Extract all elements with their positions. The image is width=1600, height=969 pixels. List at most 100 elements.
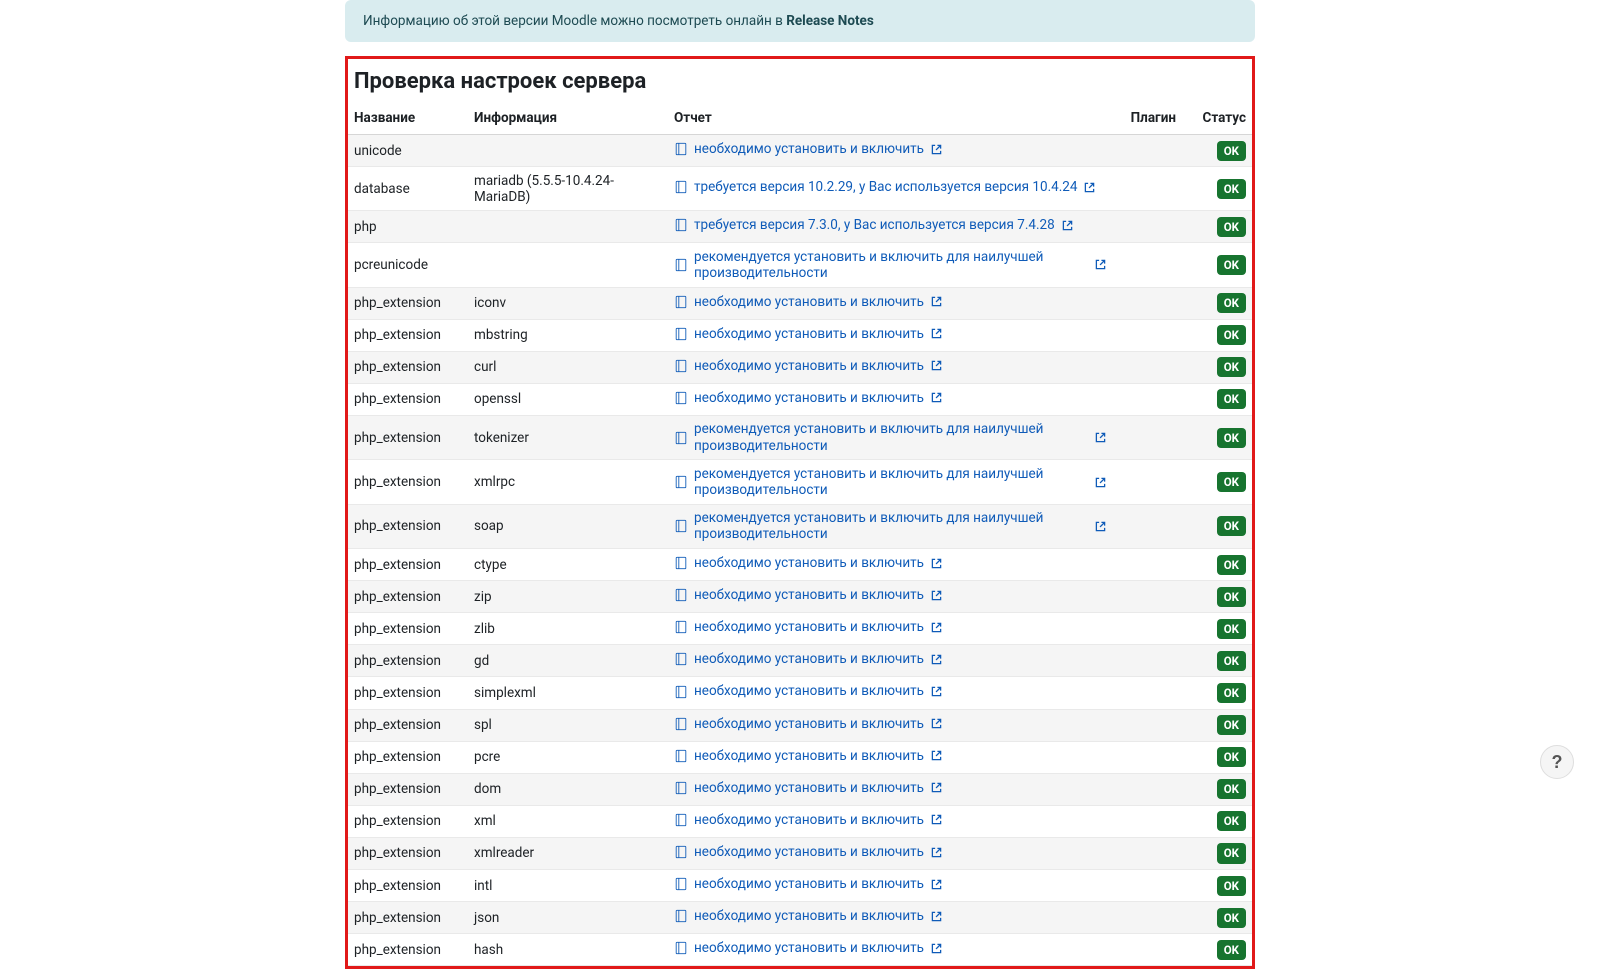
book-icon (674, 180, 688, 194)
cell-name: php_extension (348, 549, 468, 581)
book-icon (674, 877, 688, 891)
cell-info: json (468, 902, 668, 934)
cell-report: требуется версия 10.2.29, у Вас использу… (668, 167, 1112, 211)
cell-status: OK (1182, 773, 1252, 805)
report-link[interactable]: необходимо установить и включить (674, 683, 942, 699)
table-row: php_extensiondomнеобходимо установить и … (348, 773, 1252, 805)
table-row: php_extensionopenssl необходимо установит… (348, 383, 1252, 415)
report-link[interactable]: необходимо установить и включить (674, 587, 942, 603)
cell-info: hash (468, 934, 668, 966)
book-icon (674, 588, 688, 602)
report-link[interactable]: рекомендуется установить и включить для … (674, 466, 1106, 498)
status-badge: OK (1217, 357, 1246, 377)
cell-status: OK (1182, 741, 1252, 773)
help-button[interactable]: ? (1540, 745, 1574, 779)
cell-plugin (1112, 934, 1182, 966)
table-header-row: Название Информация Отчет Плагин Статус (348, 102, 1252, 135)
report-text: рекомендуется установить и включить для … (694, 510, 1088, 542)
table-row: php_extensioniconvнеобходимо установить … (348, 287, 1252, 319)
report-link[interactable]: необходимо установить и включить (674, 358, 942, 374)
status-badge: OK (1217, 908, 1246, 928)
report-link[interactable]: необходимо установить и включить (674, 844, 942, 860)
report-link[interactable]: необходимо установить и включить (674, 908, 942, 924)
cell-info: zip (468, 581, 668, 613)
cell-name: php_extension (348, 741, 468, 773)
status-badge: OK (1217, 428, 1246, 448)
book-icon (674, 475, 688, 489)
release-notes-link[interactable]: Release Notes (786, 13, 874, 29)
book-icon (674, 749, 688, 763)
cell-name: php_extension (348, 677, 468, 709)
help-icon: ? (1552, 752, 1563, 773)
cell-report: рекомендуется установить и включить для … (668, 504, 1112, 548)
report-link[interactable]: необходимо установить и включить (674, 326, 942, 342)
report-link[interactable]: необходимо установить и включить (674, 748, 942, 764)
report-link[interactable]: необходимо установить и включить (674, 780, 942, 796)
cell-name: php_extension (348, 383, 468, 415)
report-text: необходимо установить и включить (694, 555, 924, 571)
report-link[interactable]: необходимо установить и включить (674, 619, 942, 635)
external-link-icon (1095, 259, 1106, 270)
cell-name: php_extension (348, 902, 468, 934)
report-link[interactable]: необходимо установить и включить (674, 294, 942, 310)
book-icon (674, 845, 688, 859)
report-link[interactable]: рекомендуется установить и включить для … (674, 421, 1106, 453)
cell-report: рекомендуется установить и включить для … (668, 460, 1112, 504)
table-row: php_extensiongdнеобходимо установить и в… (348, 645, 1252, 677)
external-link-icon (931, 392, 942, 403)
report-link[interactable]: необходимо установить и включить (674, 390, 942, 406)
book-icon (674, 685, 688, 699)
cell-plugin (1112, 351, 1182, 383)
cell-name: database (348, 167, 468, 211)
cell-plugin (1112, 383, 1182, 415)
report-link[interactable]: необходимо установить и включить (674, 876, 942, 892)
report-link[interactable]: требуется версия 10.2.29, у Вас использу… (674, 179, 1095, 195)
external-link-icon (931, 847, 942, 858)
col-header-report: Отчет (668, 102, 1112, 135)
cell-name: unicode (348, 135, 468, 167)
cell-report: необходимо установить и включить (668, 709, 1112, 741)
report-link[interactable]: необходимо установить и включить (674, 651, 942, 667)
cell-plugin (1112, 167, 1182, 211)
cell-report: требуется версия 7.3.0, у Вас использует… (668, 211, 1112, 243)
cell-report: необходимо установить и включить (668, 934, 1112, 966)
cell-info (468, 211, 668, 243)
report-text: рекомендуется установить и включить для … (694, 466, 1088, 498)
external-link-icon (931, 782, 942, 793)
report-link[interactable]: необходимо установить и включить (674, 812, 942, 828)
table-row: php_extensionmbstringнеобходимо установи… (348, 319, 1252, 351)
cell-info (468, 243, 668, 287)
report-link[interactable]: рекомендуется установить и включить для … (674, 510, 1106, 542)
table-row: php_extensionzipнеобходимо установить и … (348, 581, 1252, 613)
cell-status: OK (1182, 902, 1252, 934)
cell-plugin (1112, 287, 1182, 319)
cell-report: необходимо установить и включить (668, 135, 1112, 167)
cell-info: openssl (468, 383, 668, 415)
table-row: php_extensionzlibнеобходимо установить и… (348, 613, 1252, 645)
report-link[interactable]: необходимо установить и включить (674, 716, 942, 732)
server-checks-panel: Проверка настроек сервера Название Инфор… (345, 56, 1255, 969)
report-link[interactable]: необходимо установить и включить (674, 940, 942, 956)
cell-status: OK (1182, 319, 1252, 351)
report-link[interactable]: требуется версия 7.3.0, у Вас использует… (674, 217, 1073, 233)
book-icon (674, 142, 688, 156)
cell-report: необходимо установить и включить (668, 319, 1112, 351)
status-badge: OK (1217, 141, 1246, 161)
book-icon (674, 359, 688, 373)
external-link-icon (931, 654, 942, 665)
report-text: требуется версия 7.3.0, у Вас использует… (694, 217, 1055, 233)
report-link[interactable]: рекомендуется установить и включить для … (674, 249, 1106, 281)
external-link-icon (931, 814, 942, 825)
external-link-icon (931, 328, 942, 339)
status-badge: OK (1217, 472, 1246, 492)
report-text: рекомендуется установить и включить для … (694, 249, 1088, 281)
cell-info: xml (468, 805, 668, 837)
report-link[interactable]: необходимо установить и включить (674, 555, 942, 571)
cell-plugin (1112, 135, 1182, 167)
cell-status: OK (1182, 613, 1252, 645)
table-row: databasemariadb (5.5.5-10.4.24-MariaDB)т… (348, 167, 1252, 211)
report-link[interactable]: необходимо установить и включить (674, 141, 942, 157)
status-badge: OK (1217, 715, 1246, 735)
cell-info: ctype (468, 549, 668, 581)
status-badge: OK (1217, 940, 1246, 960)
